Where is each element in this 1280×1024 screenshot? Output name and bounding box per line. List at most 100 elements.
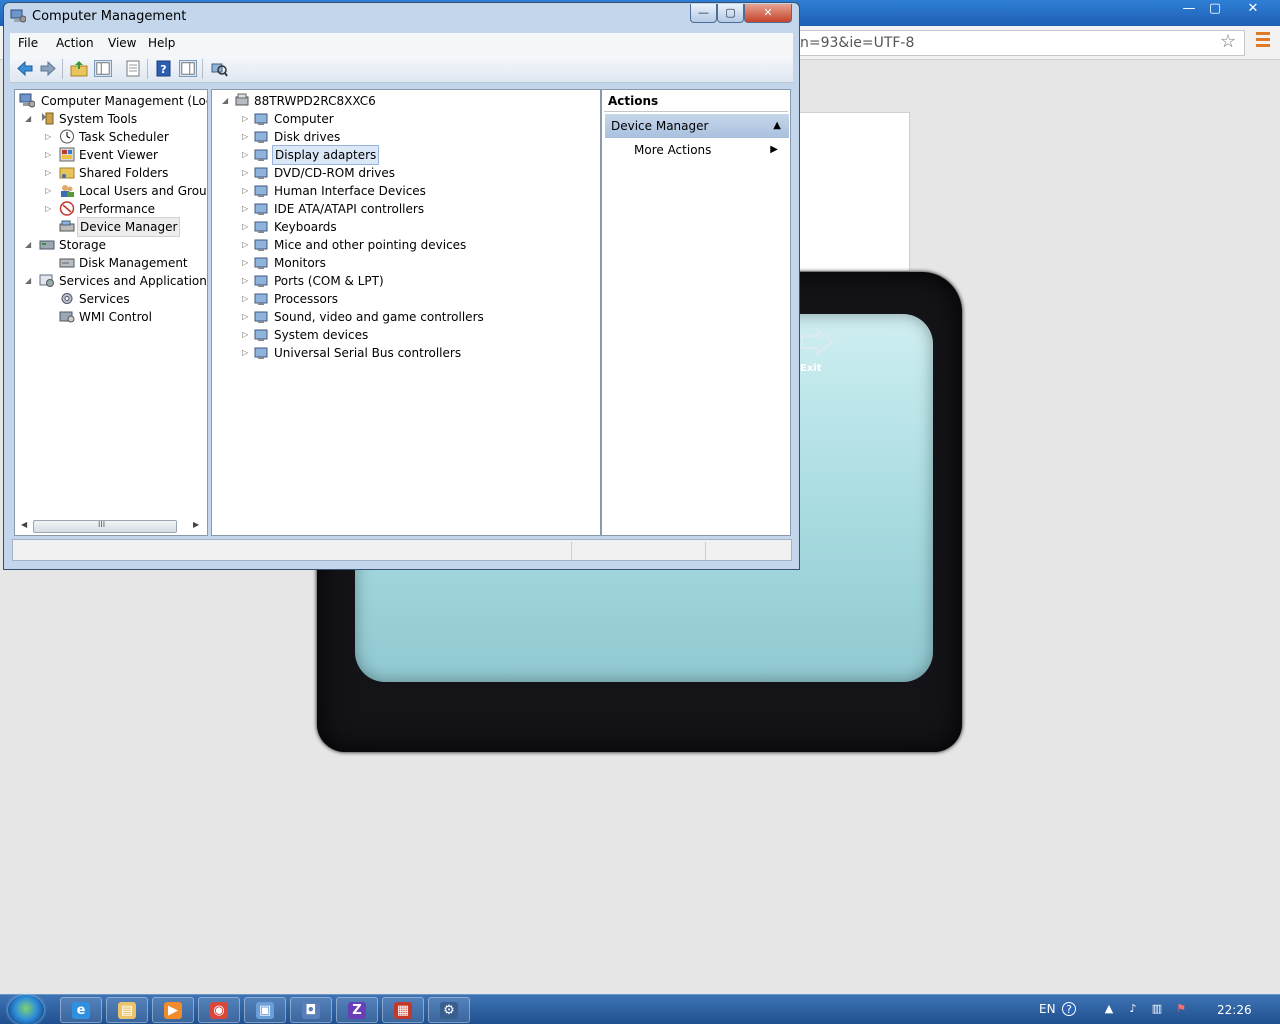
internet-explorer-icon: e — [72, 1002, 90, 1019]
actions-section-device-manager[interactable]: Device Manager ▲ — [605, 114, 789, 138]
device-tree-pane: ◢ 88TRWPD2RC8XXC6 ▷ Computer ▷ Disk drives ▷… — [211, 89, 601, 536]
show-hidden-icons-icon[interactable]: ▲ — [1102, 1002, 1116, 1016]
taskbar-network-tool-button[interactable]: ▦ — [382, 997, 424, 1023]
z-app-icon: Z — [348, 1002, 366, 1019]
exit-label[interactable]: Exit — [800, 363, 822, 374]
collapsed-arrow-icon[interactable]: ▷ — [242, 218, 251, 236]
media-player-icon: ▶ — [164, 1002, 182, 1019]
collapsed-arrow-icon[interactable]: ▷ — [242, 128, 251, 146]
menu-bar: File Action View Help — [10, 33, 793, 55]
device-root-label: 88TRWPD2RC8XXC6 — [254, 94, 376, 108]
actions-header: Actions — [604, 94, 788, 112]
collapsed-arrow-icon[interactable]: ▷ — [242, 110, 251, 128]
collapsed-arrow-icon[interactable]: ▷ — [242, 200, 251, 218]
taskbar-computer-management-button[interactable]: ◘ — [290, 997, 332, 1023]
collapsed-arrow-icon[interactable]: ▷ — [45, 200, 54, 218]
help-tray-icon[interactable]: ? — [1062, 1002, 1076, 1016]
device-category-label: System devices — [274, 328, 369, 342]
menu-view[interactable]: View — [108, 36, 136, 50]
properties-icon[interactable] — [124, 60, 142, 77]
more-actions-item[interactable]: More Actions ▶ — [634, 140, 784, 160]
event-viewer-icon — [59, 147, 75, 162]
status-bar — [12, 539, 792, 561]
up-folder-icon[interactable] — [70, 60, 88, 77]
start-button[interactable] — [8, 995, 44, 1024]
collapsed-arrow-icon[interactable]: ▷ — [242, 164, 251, 182]
tree-label: Disk Management — [79, 256, 188, 270]
toolbar-separator — [62, 59, 63, 79]
menu-file[interactable]: File — [18, 36, 38, 50]
taskbar-device-tool-button[interactable]: ⚙ — [428, 997, 470, 1023]
browser-close-button[interactable]: ✕ — [1240, 0, 1266, 18]
taskbar-windows-explorer-button[interactable]: ▤ — [106, 997, 148, 1023]
scan-hardware-icon[interactable] — [210, 60, 228, 77]
browser-menu-icon[interactable] — [1256, 32, 1270, 50]
taskbar-remote-desktop-button[interactable]: ▣ — [244, 997, 286, 1023]
exit-icon[interactable] — [800, 328, 834, 356]
bookmark-star-icon[interactable]: ☆ — [1220, 31, 1236, 52]
collapsed-arrow-icon[interactable]: ▷ — [242, 182, 251, 200]
taskbar-media-player-button[interactable]: ▶ — [152, 997, 194, 1023]
expanded-arrow-icon[interactable]: ◢ — [222, 92, 231, 110]
back-icon[interactable] — [16, 60, 34, 77]
computer-management-icon: ◘ — [302, 1002, 320, 1019]
mouse-icon — [254, 239, 268, 251]
collapsed-arrow-icon[interactable]: ▷ — [242, 290, 251, 308]
scrollbar-grip: III — [98, 520, 106, 529]
browser-minimize-button[interactable]: — — [1176, 0, 1202, 18]
taskbar-chrome-button[interactable]: ◉ — [198, 997, 240, 1023]
browser-restore-button[interactable]: ▢ — [1202, 0, 1228, 18]
show-hide-tree-icon[interactable] — [94, 60, 112, 77]
expanded-arrow-icon[interactable]: ◢ — [25, 110, 34, 128]
close-button[interactable]: ✕ — [744, 4, 792, 23]
collapsed-arrow-icon[interactable]: ▷ — [242, 308, 251, 326]
collapsed-arrow-icon[interactable]: ▷ — [45, 164, 54, 182]
collapsed-arrow-icon[interactable]: ▷ — [242, 272, 251, 290]
chrome-icon: ◉ — [210, 1002, 228, 1019]
forward-icon[interactable] — [39, 60, 57, 77]
minimize-button[interactable]: — — [690, 4, 717, 23]
tree-label: Services and Applications — [59, 274, 208, 288]
expanded-arrow-icon[interactable]: ◢ — [25, 236, 34, 254]
collapsed-arrow-icon[interactable]: ▷ — [242, 146, 251, 164]
taskbar-internet-explorer-button[interactable]: e — [60, 997, 102, 1023]
clock[interactable]: 22:26 — [1217, 1003, 1252, 1017]
show-hide-action-pane-icon[interactable] — [179, 60, 197, 77]
taskbar-z-app-button[interactable]: Z — [336, 997, 378, 1023]
collapsed-arrow-icon[interactable]: ▷ — [45, 182, 54, 200]
horizontal-scrollbar[interactable]: ◀ III ▶ — [19, 518, 203, 534]
expanded-arrow-icon[interactable]: ◢ — [25, 272, 34, 290]
address-bar[interactable]: n=93&ie=UTF-8 — [790, 30, 1245, 56]
more-actions-label: More Actions — [634, 143, 712, 157]
help-icon[interactable]: ? — [155, 60, 173, 77]
action-center-flag-icon[interactable]: ⚑ — [1174, 1002, 1188, 1016]
language-indicator[interactable]: EN — [1039, 1002, 1056, 1016]
scroll-right-icon[interactable]: ▶ — [193, 520, 199, 529]
device-category-label: DVD/CD-ROM drives — [274, 166, 396, 180]
scroll-left-icon[interactable]: ◀ — [21, 520, 27, 529]
collapsed-arrow-icon[interactable]: ▷ — [242, 254, 251, 272]
tree-label: Device Manager — [77, 217, 181, 237]
processor-icon — [254, 293, 268, 305]
network-icon[interactable]: ▥ — [1150, 1002, 1164, 1016]
collapsed-arrow-icon[interactable]: ▷ — [45, 128, 54, 146]
menu-action[interactable]: Action — [56, 36, 94, 50]
window-titlebar[interactable]: Computer Management — ▢ ✕ — [4, 3, 799, 31]
tree-label: Event Viewer — [79, 148, 158, 162]
tree-label: WMI Control — [79, 310, 152, 324]
maximize-button[interactable]: ▢ — [717, 4, 744, 23]
remote-desktop-icon: ▣ — [256, 1002, 274, 1019]
computer-management-window: Computer Management — ▢ ✕ File Action Vi… — [3, 2, 800, 570]
actions-pane: Actions Device Manager ▲ More Actions ▶ — [601, 89, 791, 536]
scrollbar-thumb[interactable]: III — [33, 520, 177, 533]
svg-text:?: ? — [160, 63, 166, 76]
computer-management-icon — [19, 93, 35, 108]
collapsed-arrow-icon[interactable]: ▷ — [242, 236, 251, 254]
menu-help[interactable]: Help — [148, 36, 175, 50]
keyboard-icon — [254, 221, 268, 233]
collapsed-arrow-icon[interactable]: ▷ — [242, 344, 251, 362]
collapse-up-icon[interactable]: ▲ — [773, 114, 781, 138]
collapsed-arrow-icon[interactable]: ▷ — [242, 326, 251, 344]
volume-icon[interactable]: ♪ — [1126, 1002, 1140, 1016]
collapsed-arrow-icon[interactable]: ▷ — [45, 146, 54, 164]
